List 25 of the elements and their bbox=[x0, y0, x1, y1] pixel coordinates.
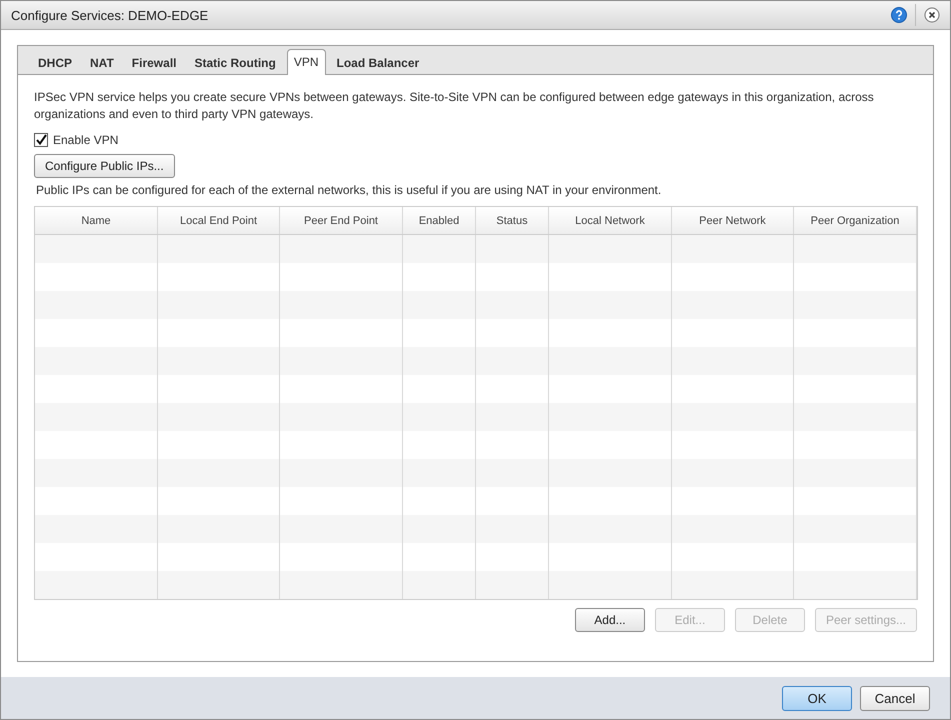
tab[interactable]: DHCP bbox=[31, 50, 80, 75]
description-text: IPSec VPN service helps you create secure VPNs between gateways. Site-to-Site VPN can be configured between edge gateways in this organization, across organizations and even to third party VPN gateways. bbox=[34, 89, 875, 123]
ok-button[interactable]: OK bbox=[782, 686, 852, 710]
cancel-button[interactable]: Cancel bbox=[860, 686, 930, 710]
column-header[interactable]: Local End Point bbox=[180, 214, 258, 226]
help-icon[interactable] bbox=[891, 7, 907, 23]
column-header[interactable]: Peer Network bbox=[699, 214, 766, 226]
column-header[interactable]: Local Network bbox=[575, 214, 645, 226]
column-header[interactable]: Peer End Point bbox=[304, 214, 378, 226]
close-icon[interactable] bbox=[924, 7, 940, 23]
column-header[interactable]: Enabled bbox=[418, 214, 460, 226]
column-header[interactable]: Peer Organization bbox=[810, 214, 900, 226]
note-text: Public IPs can be configured for each of the external networks, this is useful if you are using NAT in your environment. bbox=[36, 183, 662, 197]
checkbox-label: Enable VPN bbox=[53, 133, 118, 147]
tab[interactable]: Static Routing bbox=[187, 50, 283, 75]
column-header[interactable]: Name bbox=[81, 214, 111, 226]
checkbox[interactable] bbox=[34, 133, 48, 147]
tab[interactable]: VPN bbox=[286, 49, 326, 75]
tab[interactable]: Firewall bbox=[124, 50, 184, 75]
configure-public-ips-button[interactable]: Configure Public IPs... bbox=[34, 154, 175, 178]
column-header[interactable]: Status bbox=[496, 214, 528, 226]
tab[interactable]: Load Balancer bbox=[330, 50, 426, 75]
tab[interactable]: NAT bbox=[83, 50, 121, 75]
table-action-button[interactable]: Add... bbox=[574, 608, 645, 632]
window-title: Configure Services: DEMO-EDGE bbox=[11, 8, 208, 22]
